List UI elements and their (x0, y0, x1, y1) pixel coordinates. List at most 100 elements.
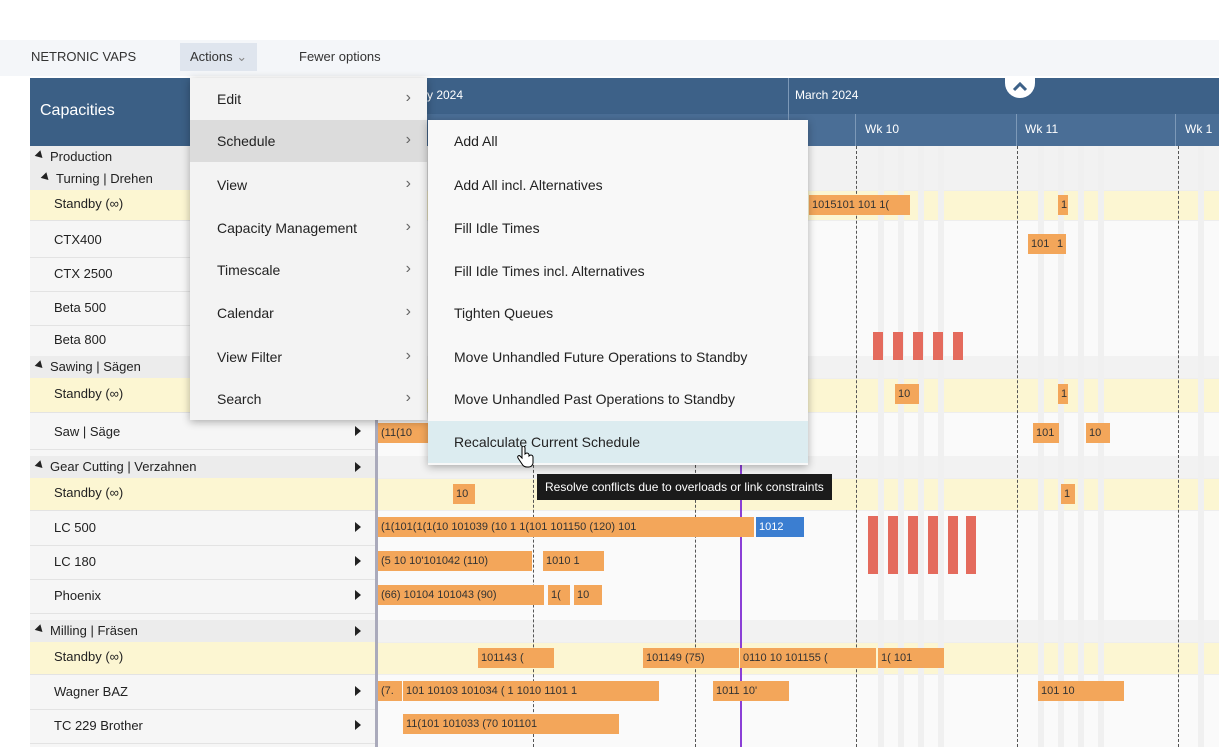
menu-item-add-all-alternatives[interactable]: Add All incl. Alternatives (428, 164, 808, 206)
capacities-header: Capacities (30, 78, 190, 146)
actions-label: Actions (190, 49, 233, 64)
resource-label: Standby (∞) (54, 386, 124, 401)
operation-bar[interactable]: 1 (1054, 234, 1066, 254)
week-label-12: Wk 1 (1185, 122, 1213, 136)
menu-item-label: View Filter (217, 349, 283, 365)
month-label-1: ry 2024 (423, 88, 464, 102)
menu-item-timescale[interactable]: Timescale › (190, 249, 427, 291)
resource-row[interactable]: LC 500 (30, 512, 375, 546)
group-label: Turning | Drehen (56, 171, 153, 186)
menu-item-search[interactable]: Search › (190, 378, 427, 420)
menu-item-recalculate-schedule[interactable]: Recalculate Current Schedule (428, 421, 808, 463)
resource-row[interactable]: Standby (∞) (30, 478, 375, 511)
overload-bar (913, 332, 923, 360)
menu-item-capacity-management[interactable]: Capacity Management › (190, 207, 427, 249)
operation-bar[interactable]: 11(101 101033 (70 101101 (403, 714, 619, 734)
operation-bar[interactable]: 101 (1028, 234, 1054, 254)
chevron-right-icon: › (405, 131, 411, 148)
menu-item-tighten-queues[interactable]: Tighten Queues (428, 292, 808, 334)
resource-row[interactable]: Standby (∞) (30, 642, 375, 675)
menu-item-move-future-to-standby[interactable]: Move Unhandled Future Operations to Stan… (428, 336, 808, 378)
resource-row[interactable]: Wagner BAZ (30, 676, 375, 710)
group-label: Sawing | Sägen (50, 359, 141, 374)
resource-label: Standby (∞) (54, 649, 124, 664)
operation-bar[interactable]: 1 (1061, 484, 1075, 504)
operation-bar[interactable]: 1( (548, 585, 570, 605)
weekend-stripe (1078, 146, 1084, 747)
week-label-11: Wk 11 (1025, 122, 1059, 136)
operation-bar[interactable]: 1011 10' (713, 681, 789, 701)
operation-bar[interactable]: 10 (895, 384, 919, 404)
caret-right-icon[interactable] (355, 556, 361, 566)
expand-icon[interactable] (34, 624, 46, 635)
operation-bar[interactable]: (11(10 (378, 423, 430, 443)
chevron-right-icon: › (405, 175, 411, 192)
resource-label: Phoenix (54, 588, 101, 603)
resource-label: Wagner BAZ (54, 684, 128, 699)
expand-icon[interactable] (34, 150, 46, 161)
resource-row[interactable]: LC 180 (30, 546, 375, 580)
caret-right-icon[interactable] (355, 522, 361, 532)
group-gear[interactable]: Gear Cutting | Verzahnen (30, 456, 375, 479)
caret-right-icon[interactable] (355, 720, 361, 730)
resource-label: Standby (∞) (54, 485, 124, 500)
operation-bar[interactable]: 10 (453, 484, 475, 504)
resource-row[interactable]: Saw | Säge (30, 416, 375, 450)
menu-item-label: Fill Idle Times incl. Alternatives (454, 263, 645, 279)
fewer-options-button[interactable]: Fewer options (299, 49, 381, 64)
operation-bar[interactable]: (5 10 10'101042 (110) (378, 551, 532, 571)
operation-bar[interactable]: 1 (1058, 384, 1068, 404)
operation-bar[interactable]: 0110 10 101155 ( (740, 648, 876, 668)
operation-bar[interactable]: (66) 10104 101043 (90) (378, 585, 544, 605)
operation-bar[interactable]: 1( 101 (878, 648, 944, 668)
day-divider (1017, 146, 1018, 747)
resource-label: Saw | Säge (54, 424, 121, 439)
menu-item-view[interactable]: View › (190, 164, 427, 206)
caret-right-icon[interactable] (355, 686, 361, 696)
menu-item-add-all[interactable]: Add All (428, 120, 808, 162)
operation-bar[interactable]: 1 (1058, 195, 1068, 215)
resource-label: LC 180 (54, 554, 96, 569)
group-label: Gear Cutting | Verzahnen (50, 459, 197, 474)
menu-item-edit[interactable]: Edit › (190, 78, 427, 120)
menu-item-label: View (217, 177, 248, 193)
caret-right-icon[interactable] (355, 426, 361, 436)
menu-item-fill-idle-times[interactable]: Fill Idle Times (428, 207, 808, 249)
operation-bar[interactable]: (7. (378, 681, 402, 701)
operation-bar[interactable]: 101143 ( (478, 648, 554, 668)
group-milling[interactable]: Milling | Fräsen (30, 620, 375, 643)
top-toolbar: NETRONIC VAPS Actions ⌄ Fewer options (0, 40, 1219, 76)
operation-bar[interactable]: 101 (1033, 423, 1059, 443)
chevron-right-icon: › (405, 347, 411, 364)
menu-item-label: Tighten Queues (454, 305, 554, 321)
operation-bar[interactable]: 101 10103 101034 ( 1 1010 1101 1 (403, 681, 659, 701)
operation-bar[interactable]: 10 (1086, 423, 1110, 443)
operation-bar[interactable]: 1010 1 (543, 551, 604, 571)
operation-bar[interactable]: (1(101(1(1(10 101039 (10 1 1(101 101150 … (378, 517, 754, 537)
resource-label: Standby (∞) (54, 196, 124, 211)
caret-right-icon[interactable] (355, 590, 361, 600)
chevron-right-icon: › (405, 260, 411, 277)
operation-bar[interactable]: 101149 (75) (643, 648, 739, 668)
resource-row[interactable]: TC 229 Brother (30, 710, 375, 744)
resource-label: TC 229 Brother (54, 718, 143, 733)
resource-row[interactable]: Phoenix (30, 580, 375, 614)
menu-item-move-past-to-standby[interactable]: Move Unhandled Past Operations to Standb… (428, 378, 808, 420)
operation-bar[interactable]: 101 10 (1038, 681, 1124, 701)
selected-operation-bar[interactable]: 1012 (756, 517, 804, 537)
week-divider (855, 114, 856, 146)
operation-bar[interactable]: 10 (574, 585, 602, 605)
expand-icon[interactable] (34, 460, 46, 471)
actions-button[interactable]: Actions ⌄ (180, 43, 258, 71)
expand-icon[interactable] (40, 172, 52, 183)
month-label-2: March 2024 (795, 88, 859, 102)
group-label: Milling | Fräsen (50, 623, 138, 638)
menu-item-schedule[interactable]: Schedule › (190, 120, 427, 162)
caret-right-icon[interactable] (355, 462, 361, 472)
menu-item-view-filter[interactable]: View Filter › (190, 336, 427, 378)
menu-item-calendar[interactable]: Calendar › (190, 292, 427, 334)
operation-bar[interactable]: 1015101 101 1( (809, 195, 910, 215)
expand-icon[interactable] (34, 360, 46, 371)
caret-right-icon[interactable] (355, 626, 361, 636)
menu-item-fill-idle-times-alternatives[interactable]: Fill Idle Times incl. Alternatives (428, 250, 808, 292)
